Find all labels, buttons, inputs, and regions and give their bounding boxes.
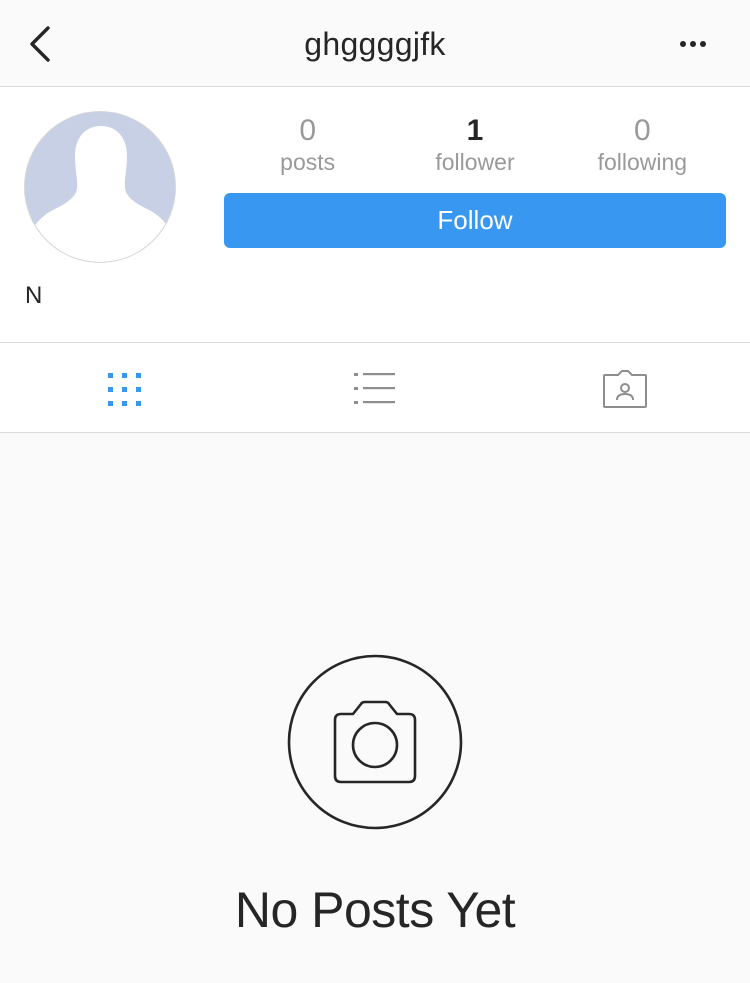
stat-followers[interactable]: 1 follower (391, 115, 558, 179)
more-horizontal-icon (680, 41, 706, 47)
posts-count: 0 (299, 114, 316, 147)
tagged-icon (603, 370, 647, 408)
followers-label: follower (435, 149, 515, 175)
tab-grid[interactable] (0, 343, 250, 432)
stat-posts[interactable]: 0 posts (224, 115, 391, 179)
navigation-bar: ghggggjfk (0, 0, 750, 87)
more-options-button[interactable] (678, 34, 714, 54)
avatar[interactable] (24, 111, 176, 263)
default-avatar-silhouette-icon (25, 112, 175, 262)
following-label: following (597, 149, 688, 175)
list-icon (354, 373, 395, 404)
profile-username-title: ghggggjfk (304, 26, 446, 62)
stat-following[interactable]: 0 following (559, 115, 726, 179)
profile-stats: 0 posts 1 follower 0 following (224, 115, 726, 179)
display-name: N (25, 282, 43, 309)
posts-label: posts (280, 149, 336, 175)
camera-icon (287, 654, 463, 830)
grid-icon (108, 373, 141, 406)
followers-count: 1 (466, 114, 484, 147)
empty-posts-state: No Posts Yet (0, 433, 750, 983)
follow-button[interactable]: Follow (224, 193, 726, 248)
tab-tagged[interactable] (500, 343, 750, 432)
following-count: 0 (633, 114, 651, 147)
empty-state-title: No Posts Yet (234, 882, 516, 938)
profile-view-tabs (0, 343, 750, 433)
tab-list[interactable] (250, 343, 500, 432)
profile-header: 0 posts 1 follower 0 following Follow N (0, 87, 750, 343)
